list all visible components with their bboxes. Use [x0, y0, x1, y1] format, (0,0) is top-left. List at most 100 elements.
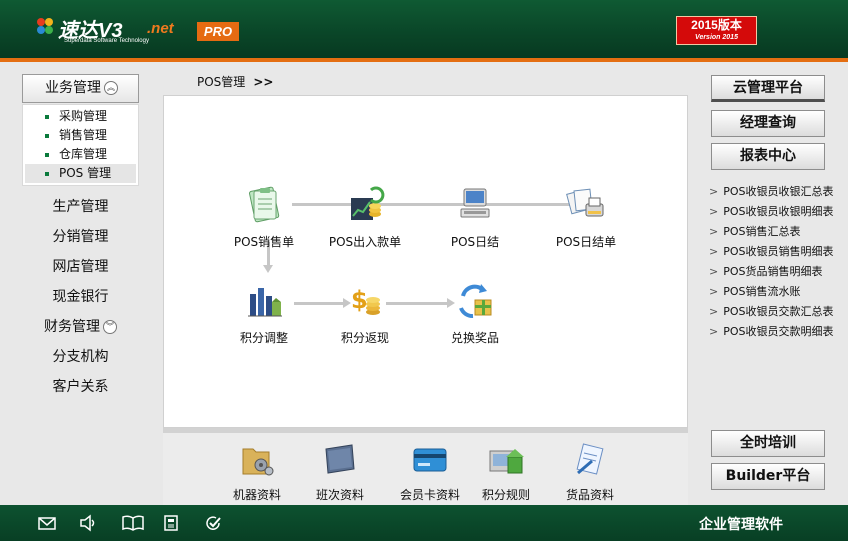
flow-node-redeem-prize[interactable]: 兑换奖品	[430, 280, 520, 345]
report-link[interactable]: > POS收银员交款汇总表	[709, 303, 834, 319]
news-icon[interactable]	[163, 514, 181, 532]
speaker-icon[interactable]	[79, 514, 97, 532]
footer-title: 企业管理软件	[699, 517, 783, 533]
sidebar-item-webstore[interactable]: 网店管理	[22, 256, 139, 278]
member-card-icon	[413, 448, 447, 472]
sidebar-item-pos[interactable]: POS 管理	[25, 164, 136, 183]
bullet-icon	[45, 172, 49, 176]
bullet-icon	[45, 134, 49, 138]
flow-node-pos-cash[interactable]: POS出入款单	[320, 184, 410, 249]
report-link-label: POS收银员交款汇总表	[723, 305, 834, 318]
bullet-icon	[45, 153, 49, 157]
flow-node-pos-daily-close[interactable]: POS日结	[430, 184, 520, 249]
flow-node-label: POS日结单	[555, 235, 617, 249]
flow-node-points-adjust[interactable]: 积分调整	[219, 280, 309, 345]
report-link[interactable]: > POS收银员收银汇总表	[709, 183, 834, 199]
edition-badge: PRO	[197, 22, 239, 41]
flow-node-label: POS销售单	[233, 235, 295, 249]
report-link[interactable]: > POS销售流水账	[709, 283, 801, 299]
builder-platform-button[interactable]: Builder平台	[711, 463, 825, 490]
logo-mark-icon	[37, 18, 53, 34]
cloud-platform-button[interactable]: 云管理平台	[711, 75, 825, 102]
tool-label: 货品资料	[565, 488, 614, 502]
report-link-label: POS收银员收银明细表	[723, 205, 834, 218]
sidebar-item-finance[interactable]: 财务管理 ︾	[22, 316, 139, 338]
slate-icon	[325, 444, 355, 474]
flow-node-points-cashback[interactable]: $ 积分返现	[320, 280, 410, 345]
report-link-label: POS销售汇总表	[723, 225, 801, 238]
manager-query-button[interactable]: 经理查询	[711, 110, 825, 137]
documents-printer-icon	[566, 188, 604, 217]
chevron-right-icon: >	[709, 305, 719, 318]
tool-shift-data[interactable]: 班次资料	[300, 443, 380, 503]
report-link-label: POS货品销售明细表	[723, 265, 823, 278]
version-sub: Version 2015	[695, 34, 738, 41]
expand-icon[interactable]: ︾	[103, 320, 117, 334]
book-icon[interactable]	[122, 514, 144, 532]
sidebar-item-label: 财务管理	[44, 319, 100, 335]
flow-node-label: 兑换奖品	[450, 331, 499, 345]
flow-node-pos-daily-report[interactable]: POS日结单	[541, 184, 631, 249]
report-link-label: POS收银员收银汇总表	[723, 185, 834, 198]
report-link-label: POS收银员交款明细表	[723, 325, 834, 338]
svg-text:$: $	[351, 286, 368, 314]
sidebar-item-purchase[interactable]: 采购管理	[23, 107, 138, 126]
tool-label: 会员卡资料	[399, 488, 460, 502]
report-link[interactable]: > POS收银员销售明细表	[709, 243, 834, 259]
report-link[interactable]: > POS销售汇总表	[709, 223, 801, 239]
tool-member-card-data[interactable]: 会员卡资料	[390, 443, 470, 503]
sidebar-item-distribution[interactable]: 分销管理	[22, 226, 139, 248]
report-center-button[interactable]: 报表中心	[711, 143, 825, 170]
goods-tag-icon	[576, 443, 604, 475]
app-logo: 速达V3 .net Superdata Software Technology	[34, 14, 194, 46]
sidebar-item-sales[interactable]: 销售管理	[23, 126, 138, 145]
chevron-right-icon: >	[709, 245, 719, 258]
check-icon[interactable]	[204, 514, 222, 532]
breadcrumb-item[interactable]: POS管理	[197, 75, 245, 89]
bullet-icon	[45, 115, 49, 119]
tool-goods-data[interactable]: 货品资料	[550, 443, 630, 503]
report-link[interactable]: > POS货品销售明细表	[709, 263, 823, 279]
sidebar-sub-label: POS 管理	[59, 166, 112, 180]
header-bar: 速达V3 .net Superdata Software Technology …	[0, 0, 848, 60]
training-button[interactable]: 全时培训	[711, 430, 825, 457]
version-main: 2015版本	[691, 18, 742, 32]
tool-label: 机器资料	[232, 488, 281, 502]
coin-icon: $	[351, 286, 380, 315]
sidebar: 业务管理 ︽ 采购管理 销售管理 仓库管理 POS 管理 生产管理 分销管理 网店…	[0, 62, 157, 505]
factory-chart-icon	[248, 288, 282, 317]
sidebar-sub-label: 仓库管理	[59, 147, 108, 161]
collapse-icon[interactable]: ︽	[104, 81, 118, 95]
chevron-right-icon: >	[709, 265, 719, 278]
report-link[interactable]: > POS收银员交款明细表	[709, 323, 834, 339]
tool-machine-data[interactable]: 机器资料	[217, 443, 297, 503]
breadcrumb: POS管理 >>	[197, 73, 273, 90]
points-rule-icon	[489, 449, 524, 474]
sidebar-item-production[interactable]: 生产管理	[22, 196, 139, 218]
flow-node-label: 积分返现	[340, 331, 389, 345]
breadcrumb-separator: >>	[253, 75, 274, 89]
mail-icon[interactable]	[38, 514, 56, 532]
flow-node-label: POS日结	[450, 235, 500, 249]
sidebar-section-label: 业务管理	[45, 80, 101, 96]
sidebar-item-customer-relations[interactable]: 客户关系	[22, 376, 139, 398]
tool-label: 积分规则	[481, 488, 530, 502]
sidebar-section-business[interactable]: 业务管理 ︽	[22, 74, 139, 103]
sidebar-submenu: 采购管理 销售管理 仓库管理 POS 管理	[22, 104, 139, 186]
chevron-right-icon: >	[709, 325, 719, 338]
sidebar-item-cash-bank[interactable]: 现金银行	[22, 286, 139, 308]
tool-points-rule[interactable]: 积分规则	[466, 443, 546, 503]
sidebar-item-warehouse[interactable]: 仓库管理	[23, 145, 138, 164]
computer-icon	[460, 188, 490, 218]
chevron-right-icon: >	[709, 225, 719, 238]
report-link[interactable]: > POS收银员收银明细表	[709, 203, 834, 219]
brand-subtitle: Superdata Software Technology	[64, 38, 149, 44]
chevron-right-icon: >	[709, 285, 719, 298]
report-link-label: POS收银员销售明细表	[723, 245, 834, 258]
flow-node-pos-sales[interactable]: POS销售单	[219, 184, 309, 249]
brand-suffix: .net	[147, 20, 174, 37]
sidebar-item-branches[interactable]: 分支机构	[22, 346, 139, 368]
chevron-right-icon: >	[709, 205, 719, 218]
report-link-label: POS销售流水账	[723, 285, 801, 298]
version-badge: 2015版本 Version 2015	[676, 16, 757, 45]
